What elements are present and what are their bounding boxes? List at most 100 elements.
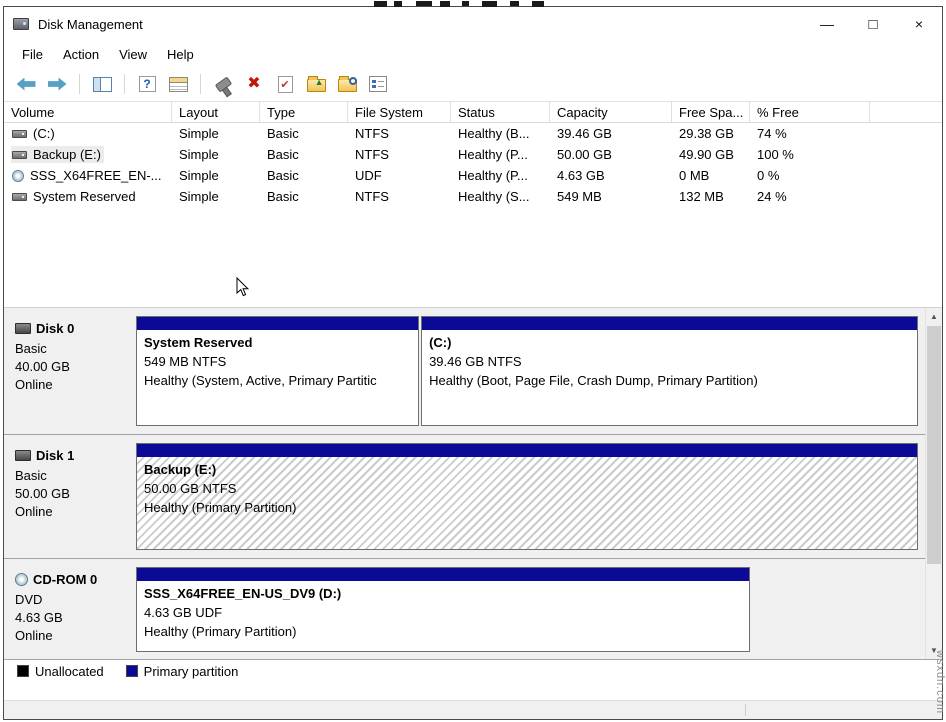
volume-name: (C:) [33,126,55,141]
back-arrow-icon [17,78,36,91]
show-console-tree-button[interactable] [90,72,114,96]
forward-button[interactable] [45,72,69,96]
minimize-button[interactable]: — [804,7,850,41]
toolbar-separator [124,74,125,94]
delete-volume-button[interactable]: ✖ [242,72,266,96]
titlebar: Disk Management — □ × [4,7,942,41]
cd-rom-icon [15,573,28,586]
explore-button[interactable] [335,72,359,96]
partition-backup-selected[interactable]: Backup (E:) 50.00 GB NTFS Healthy (Prima… [136,443,918,550]
column-header-file-system[interactable]: File System [348,102,451,122]
volume-status: Healthy (B... [451,126,550,141]
menu-action[interactable]: Action [53,43,109,66]
volume-capacity: 549 MB [550,189,672,204]
folder-search-icon [338,79,357,92]
cd-icon [12,170,24,182]
help-icon: ? [139,76,156,92]
partition-detail: 4.63 GB UDF [144,603,742,622]
scrollbar-thumb[interactable] [927,326,941,564]
properties-button[interactable]: ✔ [273,72,297,96]
tool-button[interactable] [211,72,235,96]
delete-icon: ✖ [247,76,260,92]
volume-layout: Simple [172,189,260,204]
volume-type: Basic [260,168,348,183]
details-view-button[interactable] [366,72,390,96]
legend-bar: Unallocated Primary partition [4,659,942,682]
back-button[interactable] [14,72,38,96]
table-row[interactable]: (C:) Simple Basic NTFS Healthy (B... 39.… [4,123,942,144]
partition-title: (C:) [429,333,910,352]
disk1-graph: Backup (E:) 50.00 GB NTFS Healthy (Prima… [130,435,925,558]
partition-status: Healthy (Primary Partition) [144,498,910,517]
primary-partition-swatch [126,665,138,677]
disk-state: Online [15,503,126,521]
disk-management-app-icon [13,18,29,30]
details-list-icon [369,76,387,92]
column-header-volume[interactable]: Volume [4,102,172,122]
volume-layout: Simple [172,126,260,141]
close-button[interactable]: × [896,7,942,41]
hard-disk-icon [15,323,31,334]
open-button[interactable]: ▲ [304,72,328,96]
column-header-capacity[interactable]: Capacity [550,102,672,122]
menu-file[interactable]: File [12,43,53,66]
disk-row-cdrom0: CD-ROM 0 DVD 4.63 GB Online SSS_X64FREE_… [4,559,925,659]
window-title: Disk Management [38,17,143,32]
volume-capacity: 50.00 GB [550,147,672,162]
table-row[interactable]: SSS_X64FREE_EN-... Simple Basic UDF Heal… [4,165,942,186]
table-row[interactable]: Backup (E:) Simple Basic NTFS Healthy (P… [4,144,942,165]
volume-free-space: 49.90 GB [672,147,750,162]
volume-file-system: NTFS [348,126,451,141]
volume-pct-free: 0 % [750,168,870,183]
partition-detail: 50.00 GB NTFS [144,479,910,498]
drive-icon [12,130,27,138]
partition-c-drive[interactable]: (C:) 39.46 GB NTFS Healthy (Boot, Page F… [421,316,918,426]
partition-title: SSS_X64FREE_EN-US_DV9 (D:) [144,584,742,603]
primary-partition-band [137,568,749,581]
volume-free-space: 0 MB [672,168,750,183]
menu-view[interactable]: View [109,43,157,66]
disk-size: 50.00 GB [15,485,126,503]
table-row[interactable]: System Reserved Simple Basic NTFS Health… [4,186,942,207]
cdrom0-info[interactable]: CD-ROM 0 DVD 4.63 GB Online [4,559,130,659]
watermark: wsxdn.com [934,650,946,714]
volume-capacity: 4.63 GB [550,168,672,183]
volume-free-space: 132 MB [672,189,750,204]
volume-status: Healthy (S... [451,189,550,204]
partition-status: Healthy (Boot, Page File, Crash Dump, Pr… [429,371,910,390]
help-button[interactable]: ? [135,72,159,96]
toolbar-separator [79,74,80,94]
volume-table-empty-area [4,207,942,307]
partition-title: System Reserved [144,333,411,352]
maximize-button[interactable]: □ [850,7,896,41]
disk1-info[interactable]: Disk 1 Basic 50.00 GB Online [4,435,130,558]
primary-partition-band [137,444,917,457]
window-controls: — □ × [804,7,942,41]
vertical-scrollbar[interactable]: ▲ ▼ [925,308,942,659]
volume-status: Healthy (P... [451,147,550,162]
console-tree-icon [93,77,112,92]
volume-pct-free: 74 % [750,126,870,141]
partition-status: Healthy (Primary Partition) [144,622,742,641]
menu-help[interactable]: Help [157,43,204,66]
column-header-free-space[interactable]: Free Spa... [672,102,750,122]
disk0-info[interactable]: Disk 0 Basic 40.00 GB Online [4,308,130,434]
partition-dvd[interactable]: SSS_X64FREE_EN-US_DV9 (D:) 4.63 GB UDF H… [136,567,750,652]
drive-icon [12,151,27,159]
column-header-status[interactable]: Status [451,102,550,122]
column-header-layout[interactable]: Layout [172,102,260,122]
show-action-pane-button[interactable] [166,72,190,96]
volume-type: Basic [260,126,348,141]
volume-table-header: Volume Layout Type File System Status Ca… [4,101,942,123]
drive-icon [12,193,27,201]
column-header-type[interactable]: Type [260,102,348,122]
volume-name: SSS_X64FREE_EN-... [30,168,162,183]
partition-system-reserved[interactable]: System Reserved 549 MB NTFS Healthy (Sys… [136,316,419,426]
scroll-up-button[interactable]: ▲ [926,308,942,325]
column-header-pct-free[interactable]: % Free [750,102,870,122]
partition-detail: 39.46 GB NTFS [429,352,910,371]
action-pane-icon [169,77,188,92]
bottom-gap [4,682,942,700]
legend-label: Primary partition [144,664,239,679]
volume-table-body: (C:) Simple Basic NTFS Healthy (B... 39.… [4,123,942,207]
